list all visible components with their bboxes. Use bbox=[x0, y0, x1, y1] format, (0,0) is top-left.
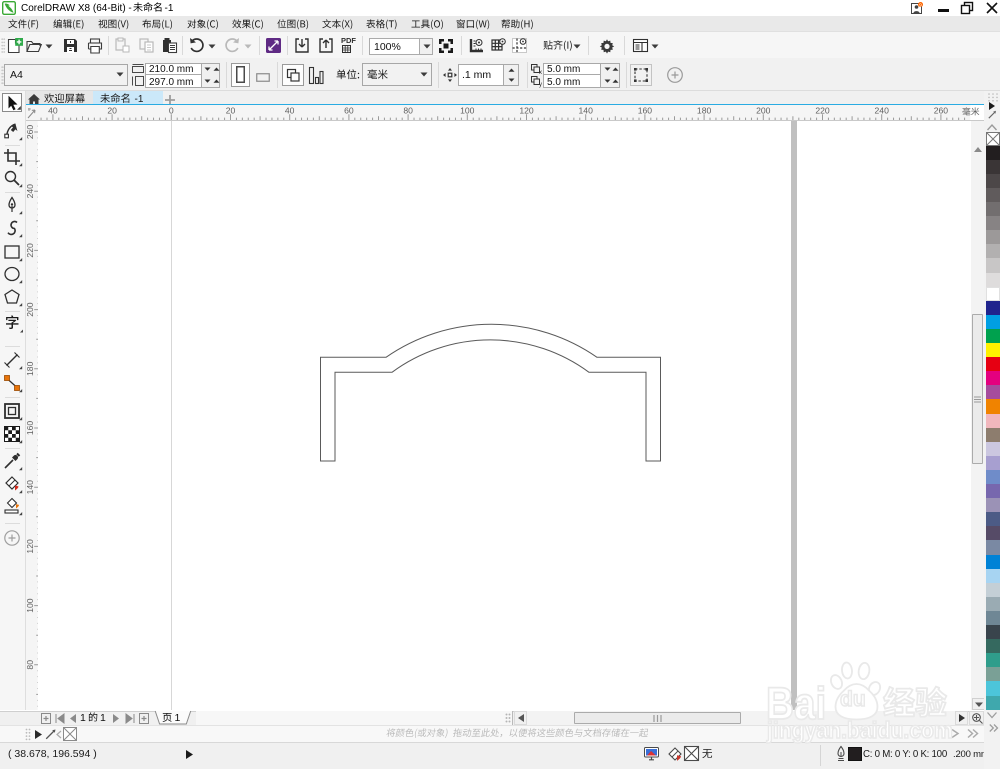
svg-text:20: 20 bbox=[225, 106, 235, 116]
svg-text:120: 120 bbox=[519, 106, 534, 116]
svg-text:y: y bbox=[539, 82, 542, 88]
svg-text:240: 240 bbox=[874, 106, 889, 116]
svg-text:80: 80 bbox=[25, 660, 35, 670]
svg-text:260: 260 bbox=[25, 125, 35, 140]
svg-text:180: 180 bbox=[25, 361, 35, 376]
svg-text:100: 100 bbox=[25, 598, 35, 613]
svg-text:20: 20 bbox=[107, 106, 117, 116]
svg-text:140: 140 bbox=[25, 480, 35, 495]
svg-text:x: x bbox=[539, 70, 542, 76]
svg-text:140: 140 bbox=[578, 106, 593, 116]
svg-text:80: 80 bbox=[403, 106, 413, 116]
svg-text:200: 200 bbox=[25, 302, 35, 317]
svg-text:40: 40 bbox=[285, 106, 295, 116]
svg-text:0: 0 bbox=[169, 106, 174, 116]
svg-text:180: 180 bbox=[697, 106, 712, 116]
svg-text:40: 40 bbox=[48, 106, 58, 116]
svg-text:120: 120 bbox=[25, 539, 35, 554]
svg-text:100: 100 bbox=[460, 106, 475, 116]
svg-text:220: 220 bbox=[815, 106, 830, 116]
svg-text:160: 160 bbox=[637, 106, 652, 116]
svg-text:60: 60 bbox=[344, 106, 354, 116]
svg-text:200: 200 bbox=[756, 106, 771, 116]
svg-text:160: 160 bbox=[25, 421, 35, 436]
svg-text:220: 220 bbox=[25, 243, 35, 258]
svg-text:240: 240 bbox=[25, 184, 35, 199]
svg-text:260: 260 bbox=[933, 106, 948, 116]
